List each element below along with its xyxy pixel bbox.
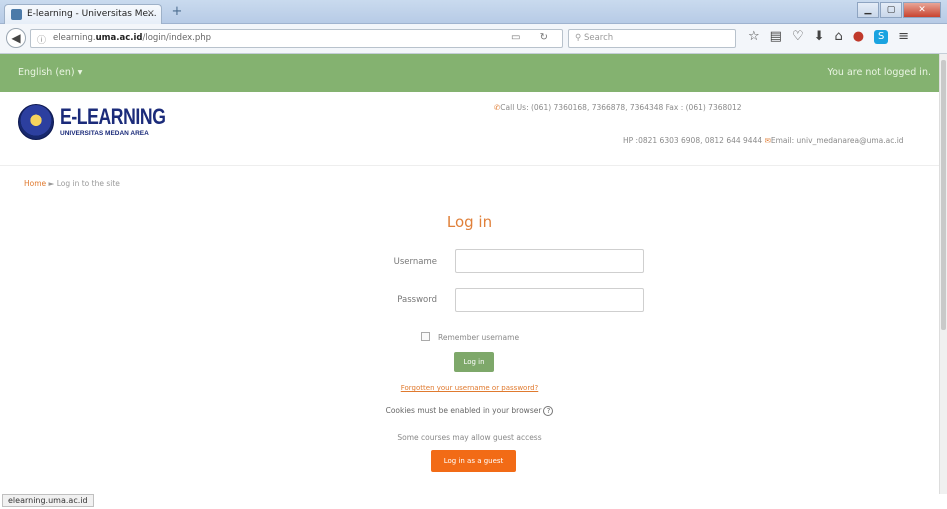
logo-title[interactable]: E-LEARNING bbox=[60, 104, 166, 130]
remember-username-row[interactable]: Remember username bbox=[421, 332, 519, 342]
home-icon[interactable]: ⌂ bbox=[835, 29, 843, 44]
reading-list-icon[interactable]: ▤ bbox=[770, 29, 782, 44]
site-favicon-icon bbox=[11, 9, 22, 20]
menu-icon[interactable]: ≡ bbox=[898, 29, 909, 44]
contact-phone-text: Call Us: (061) 7360168, 7366878, 7364348… bbox=[500, 103, 742, 112]
address-bar[interactable]: ⓘ elearning.uma.ac.id/login/index.php ▭ … bbox=[30, 29, 563, 48]
download-icon[interactable]: ⬇ bbox=[814, 29, 825, 44]
vertical-scrollbar[interactable] bbox=[939, 54, 947, 494]
status-url: elearning.uma.ac.id bbox=[2, 494, 94, 507]
minimize-button[interactable]: ▁ bbox=[857, 2, 879, 18]
login-status-text: You are not logged in. bbox=[827, 67, 931, 78]
url-path: /login/index.php bbox=[142, 33, 212, 43]
bookmark-star-icon[interactable]: ☆ bbox=[748, 29, 760, 44]
forgot-password-link[interactable]: Forgotten your username or password? bbox=[0, 384, 939, 392]
status-bar: elearning.uma.ac.id bbox=[0, 494, 947, 509]
title-bar: E-learning - Universitas Me... × + ▁ ▢ ✕ bbox=[0, 0, 947, 24]
contact-hp-email: HP :0821 6303 6908, 0812 644 9444 ✉Email… bbox=[623, 136, 904, 145]
site-info-icon[interactable]: ⓘ bbox=[37, 33, 46, 46]
help-icon[interactable]: ? bbox=[543, 406, 554, 416]
search-input[interactable]: ⚲ Search bbox=[568, 29, 736, 48]
cookies-note: Cookies must be enabled in your browser? bbox=[0, 406, 939, 416]
skype-icon[interactable]: S bbox=[874, 30, 889, 44]
reader-reload-icons[interactable]: ▭ ↻ bbox=[511, 32, 556, 43]
contact-hp-text: HP :0821 6303 6908, 0812 644 9444 bbox=[623, 136, 763, 145]
url-prefix: elearning. bbox=[53, 33, 96, 43]
url-domain: uma.ac.id bbox=[95, 33, 143, 43]
breadcrumb: Home ► Log in to the site bbox=[24, 179, 120, 188]
contact-phone: ✆Call Us: (061) 7360168, 7366878, 736434… bbox=[494, 103, 742, 112]
guest-access-note: Some courses may allow guest access bbox=[397, 433, 542, 442]
site-header: E-LEARNING UNIVERSITAS MEDAN AREA bbox=[0, 92, 939, 166]
remember-checkbox[interactable] bbox=[421, 332, 430, 341]
window-controls: ▁ ▢ ✕ bbox=[857, 2, 941, 18]
login-title: Log in bbox=[446, 213, 493, 231]
password-label: Password bbox=[397, 295, 437, 305]
close-window-button[interactable]: ✕ bbox=[903, 2, 941, 18]
pocket-icon[interactable]: ♡ bbox=[792, 29, 804, 44]
top-nav-bar: English (en) ▾ You are not logged in. bbox=[0, 54, 939, 92]
tab-close-icon[interactable]: × bbox=[147, 8, 155, 19]
adblock-icon[interactable]: ● bbox=[853, 29, 864, 44]
university-seal-icon[interactable] bbox=[18, 104, 54, 140]
scrollbar-thumb[interactable] bbox=[941, 60, 946, 330]
username-field[interactable] bbox=[455, 249, 644, 273]
cookies-note-text: Cookies must be enabled in your browser bbox=[385, 406, 542, 415]
username-label: Username bbox=[393, 257, 437, 267]
browser-window: E-learning - Universitas Me... × + ▁ ▢ ✕… bbox=[0, 0, 947, 509]
logo-subtitle: UNIVERSITAS MEDAN AREA bbox=[60, 130, 149, 137]
breadcrumb-current: Log in to the site bbox=[56, 179, 120, 188]
login-button[interactable]: Log in bbox=[454, 352, 494, 372]
navigation-bar: ◀ ⓘ elearning.uma.ac.id/login/index.php … bbox=[0, 24, 947, 54]
remember-label: Remember username bbox=[438, 333, 520, 342]
search-placeholder: Search bbox=[583, 33, 614, 43]
breadcrumb-home[interactable]: Home bbox=[24, 179, 46, 188]
new-tab-button[interactable]: + bbox=[168, 4, 186, 20]
password-field[interactable] bbox=[455, 288, 644, 312]
guest-login-button[interactable]: Log in as a guest bbox=[431, 450, 516, 472]
browser-tab[interactable]: E-learning - Universitas Me... × bbox=[4, 4, 162, 24]
breadcrumb-separator-icon: ► bbox=[48, 179, 55, 188]
page-content: English (en) ▾ You are not logged in. E-… bbox=[0, 54, 939, 494]
tab-title: E-learning - Universitas Me... bbox=[27, 9, 157, 19]
search-icon: ⚲ bbox=[575, 33, 584, 43]
maximize-button[interactable]: ▢ bbox=[880, 2, 902, 18]
back-button[interactable]: ◀ bbox=[6, 28, 26, 48]
contact-email-text: Email: univ_medanarea@uma.ac.id bbox=[770, 136, 904, 145]
toolbar-icons: ☆ ▤ ♡ ⬇ ⌂ ● S ≡ bbox=[748, 29, 909, 44]
language-selector[interactable]: English (en) ▾ bbox=[18, 67, 82, 78]
